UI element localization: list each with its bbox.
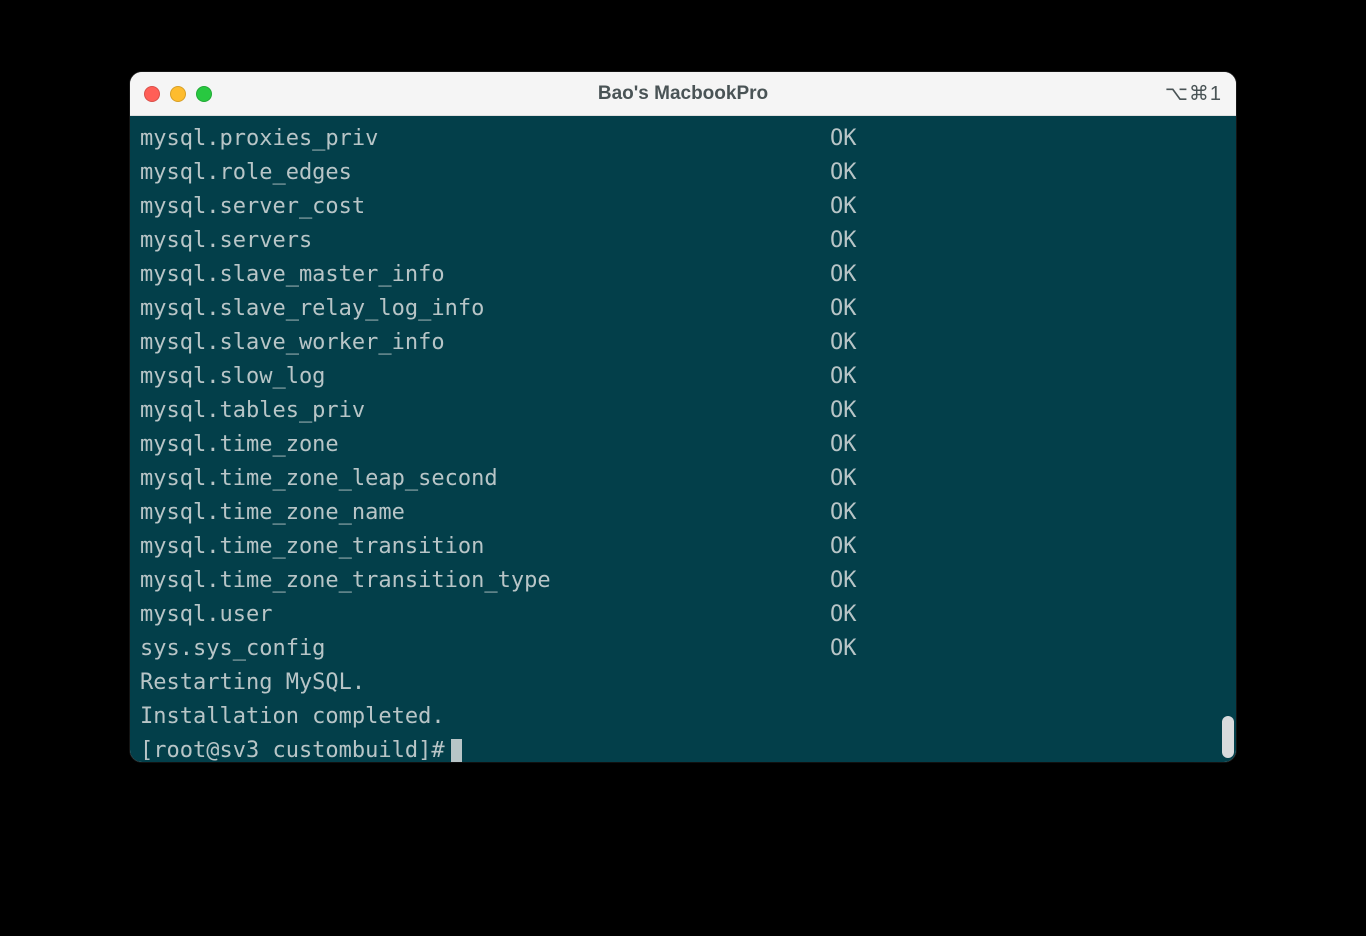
table-status: OK <box>830 428 857 462</box>
table-status: OK <box>830 190 857 224</box>
table-status: OK <box>830 224 857 258</box>
table-name: mysql.tables_priv <box>140 394 830 428</box>
table-status: OK <box>830 326 857 360</box>
table-status: OK <box>830 530 857 564</box>
table-name: mysql.slow_log <box>140 360 830 394</box>
terminal-row: mysql.time_zone_nameOK <box>140 496 1226 530</box>
terminal-row: mysql.slow_logOK <box>140 360 1226 394</box>
terminal-row: sys.sys_configOK <box>140 632 1226 666</box>
table-name: mysql.proxies_priv <box>140 122 830 156</box>
terminal-row: mysql.time_zone_transitionOK <box>140 530 1226 564</box>
table-name: mysql.slave_relay_log_info <box>140 292 830 326</box>
table-status: OK <box>830 598 857 632</box>
scrollbar-thumb[interactable] <box>1222 716 1234 758</box>
terminal-row: mysql.slave_relay_log_infoOK <box>140 292 1226 326</box>
titlebar[interactable]: Bao's MacbookPro ⌥⌘1 <box>130 72 1236 116</box>
window-title: Bao's MacbookPro <box>598 83 768 105</box>
terminal-row: mysql.userOK <box>140 598 1226 632</box>
table-status: OK <box>830 496 857 530</box>
scrollbar-track[interactable] <box>1222 116 1234 762</box>
table-status: OK <box>830 360 857 394</box>
terminal-row: mysql.time_zoneOK <box>140 428 1226 462</box>
terminal-body[interactable]: mysql.proxies_privOKmysql.role_edgesOKmy… <box>130 116 1236 762</box>
table-status: OK <box>830 632 857 666</box>
table-status: OK <box>830 394 857 428</box>
maximize-button[interactable] <box>196 86 212 102</box>
terminal-row: mysql.proxies_privOK <box>140 122 1226 156</box>
table-name: mysql.time_zone_leap_second <box>140 462 830 496</box>
table-name: mysql.slave_worker_info <box>140 326 830 360</box>
minimize-button[interactable] <box>170 86 186 102</box>
terminal-row: mysql.slave_master_infoOK <box>140 258 1226 292</box>
table-name: mysql.time_zone_transition <box>140 530 830 564</box>
table-status: OK <box>830 122 857 156</box>
table-name: mysql.server_cost <box>140 190 830 224</box>
table-status: OK <box>830 292 857 326</box>
table-name: mysql.role_edges <box>140 156 830 190</box>
table-name: mysql.slave_master_info <box>140 258 830 292</box>
table-status: OK <box>830 258 857 292</box>
table-name: sys.sys_config <box>140 632 830 666</box>
terminal-prompt-line[interactable]: [root@sv3 custombuild]# <box>140 734 1226 762</box>
table-status: OK <box>830 564 857 598</box>
terminal-message: Installation completed. <box>140 700 1226 734</box>
terminal-row: mysql.time_zone_transition_typeOK <box>140 564 1226 598</box>
table-status: OK <box>830 462 857 496</box>
terminal-prompt: [root@sv3 custombuild]# <box>140 734 445 762</box>
table-status: OK <box>830 156 857 190</box>
terminal-window: Bao's MacbookPro ⌥⌘1 mysql.proxies_privO… <box>130 72 1236 762</box>
table-name: mysql.servers <box>140 224 830 258</box>
terminal-output: mysql.proxies_privOKmysql.role_edgesOKmy… <box>140 122 1226 762</box>
terminal-message: Restarting MySQL. <box>140 666 1226 700</box>
traffic-lights <box>144 86 212 102</box>
table-name: mysql.user <box>140 598 830 632</box>
cursor-icon <box>451 739 462 762</box>
terminal-row: mysql.role_edgesOK <box>140 156 1226 190</box>
terminal-row: mysql.slave_worker_infoOK <box>140 326 1226 360</box>
terminal-row: mysql.serversOK <box>140 224 1226 258</box>
terminal-row: mysql.tables_privOK <box>140 394 1226 428</box>
close-button[interactable] <box>144 86 160 102</box>
table-name: mysql.time_zone <box>140 428 830 462</box>
terminal-row: mysql.time_zone_leap_secondOK <box>140 462 1226 496</box>
table-name: mysql.time_zone_transition_type <box>140 564 830 598</box>
terminal-row: mysql.server_costOK <box>140 190 1226 224</box>
table-name: mysql.time_zone_name <box>140 496 830 530</box>
window-shortcut-label: ⌥⌘1 <box>1165 81 1222 106</box>
